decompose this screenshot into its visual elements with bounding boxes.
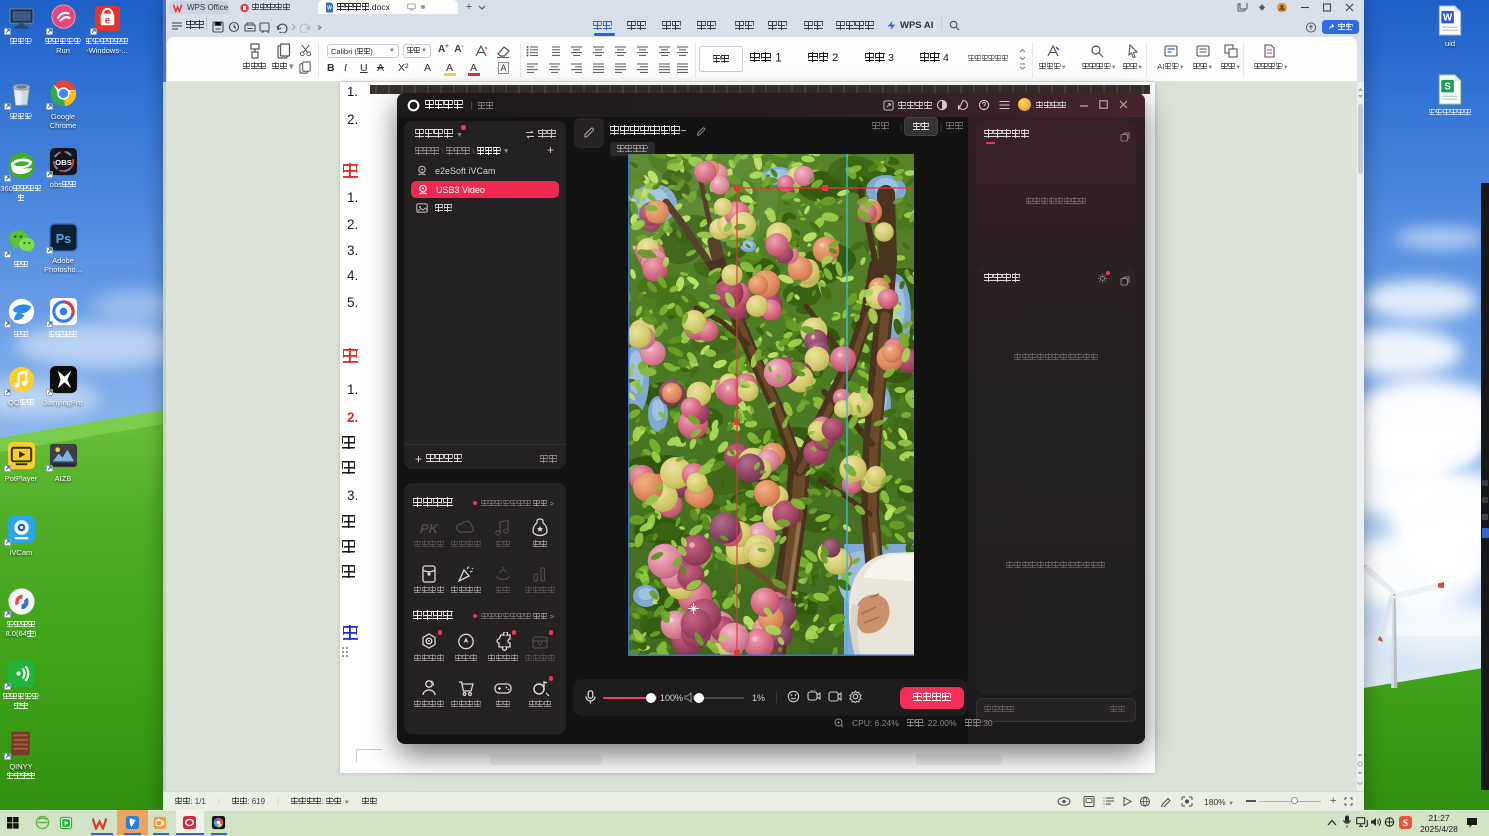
svg-text:OBS: OBS (55, 158, 72, 167)
svg-text:PK: PK (420, 521, 440, 536)
svg-text:W: W (1443, 13, 1453, 24)
svg-text:S: S (1444, 82, 1451, 93)
svg-text:W: W (327, 5, 332, 11)
svg-text:e: e (104, 15, 110, 26)
svg-text:Ps: Ps (55, 232, 70, 246)
